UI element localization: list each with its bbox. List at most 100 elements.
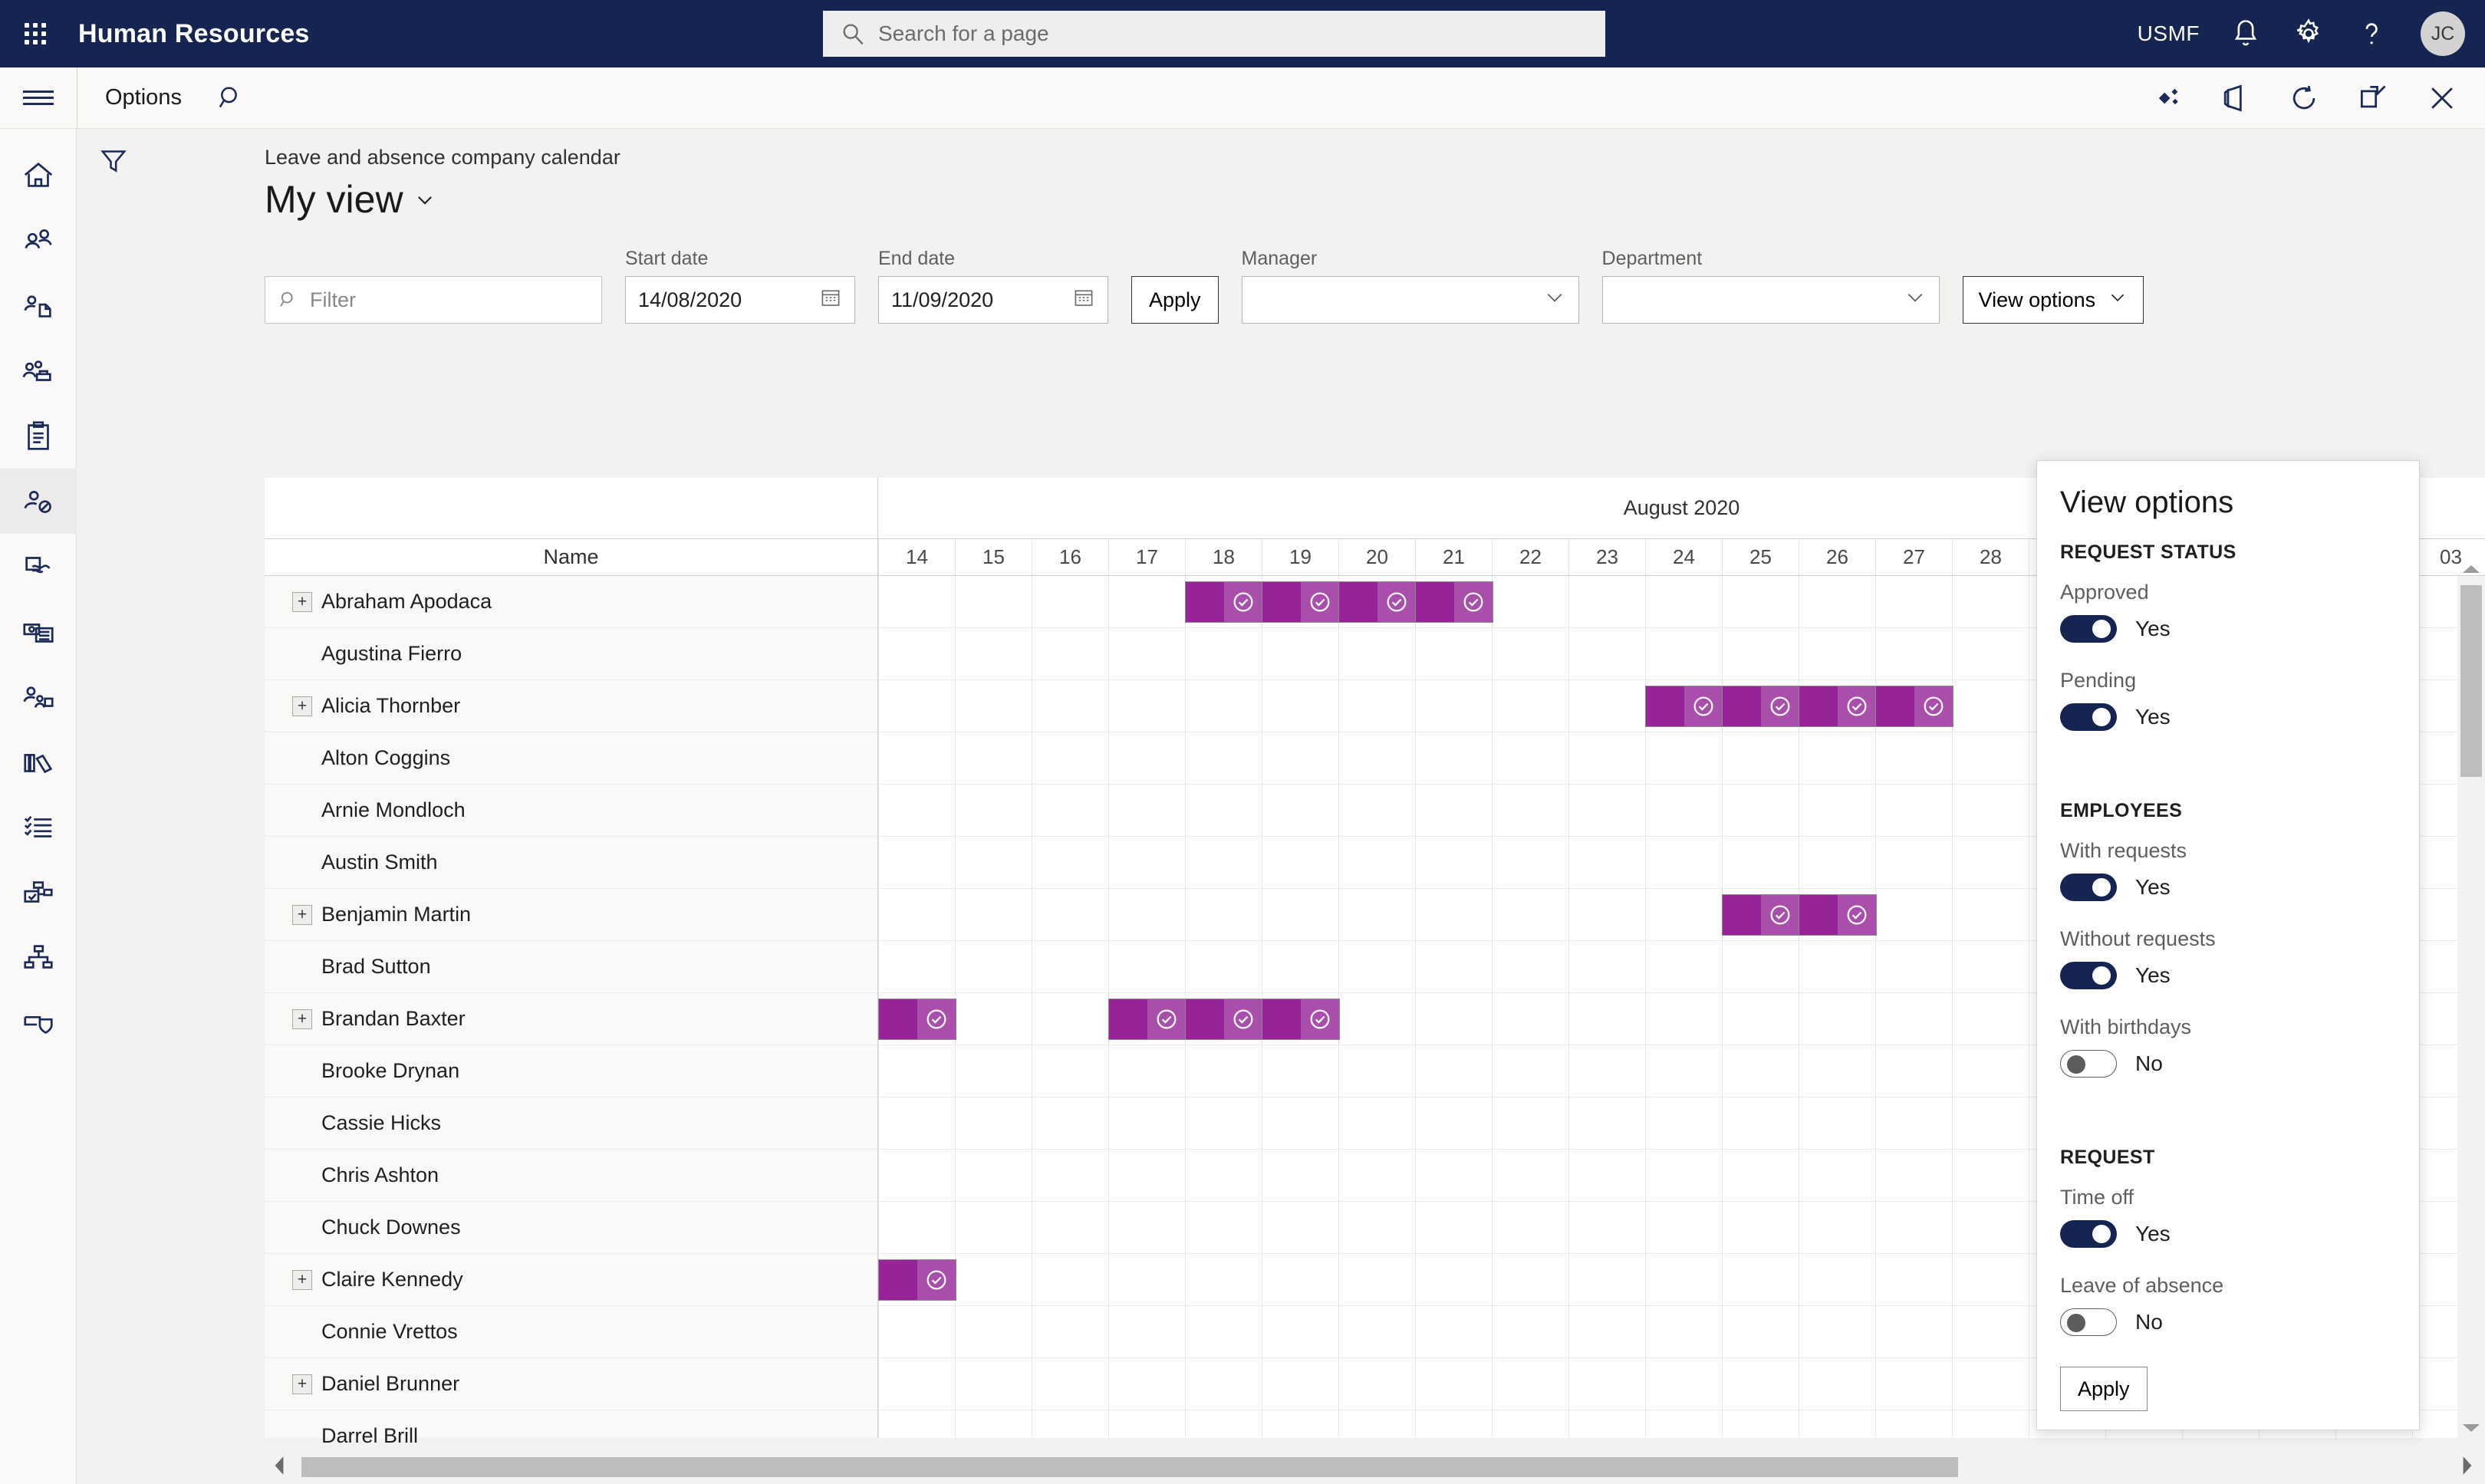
calendar-cell[interactable]	[955, 1045, 1032, 1097]
calendar-cell[interactable]	[1415, 837, 1492, 888]
calendar-cell[interactable]	[1185, 941, 1262, 992]
calendar-cell[interactable]	[1185, 628, 1262, 679]
calendar-cell[interactable]	[1108, 889, 1185, 940]
calendar-cell[interactable]	[1185, 1150, 1262, 1201]
calendar-cell[interactable]	[1645, 628, 1722, 679]
calendar-cell[interactable]	[1338, 889, 1415, 940]
chevron-down-icon[interactable]	[1904, 286, 1927, 314]
scroll-left-arrow[interactable]	[272, 1456, 286, 1479]
calendar-cell[interactable]	[1799, 837, 1875, 888]
calendar-cell[interactable]	[1108, 785, 1185, 836]
office-icon[interactable]	[2218, 81, 2252, 115]
calendar-cell[interactable]	[955, 628, 1032, 679]
calendar-cell[interactable]	[1108, 1202, 1185, 1253]
calendar-cell[interactable]	[1952, 993, 2029, 1045]
vertical-scrollbar[interactable]	[2457, 565, 2485, 1438]
calendar-cell[interactable]	[1799, 1254, 1875, 1305]
calendar-cell[interactable]	[955, 1306, 1032, 1357]
calendar-cell[interactable]	[1338, 1410, 1415, 1438]
calendar-cell[interactable]	[1722, 941, 1799, 992]
calendar-cell[interactable]	[1568, 1202, 1645, 1253]
calendar-cell[interactable]	[1952, 889, 2029, 940]
toggle-without-requests[interactable]	[2060, 962, 2117, 989]
calendar-cell[interactable]	[955, 732, 1032, 784]
calendar-cell[interactable]	[1492, 837, 1568, 888]
sidebar-item-person-document[interactable]	[0, 273, 77, 338]
calendar-cell[interactable]	[1722, 837, 1799, 888]
calendar-cell[interactable]	[1875, 1358, 1952, 1410]
calendar-cell[interactable]	[1492, 1202, 1568, 1253]
calendar-cell[interactable]	[955, 889, 1032, 940]
scroll-down-arrow[interactable]	[2462, 1423, 2480, 1435]
calendar-cell[interactable]	[1875, 1097, 1952, 1149]
table-row[interactable]: + Daniel Brunner	[265, 1358, 877, 1410]
calendar-cell[interactable]	[1185, 1410, 1262, 1438]
search-icon[interactable]	[216, 83, 246, 114]
calendar-cell[interactable]	[1952, 1358, 2029, 1410]
calendar-cell[interactable]	[1262, 1358, 1338, 1410]
calendar-cell[interactable]	[1568, 837, 1645, 888]
calendar-cell[interactable]	[1032, 1202, 1108, 1253]
options-label[interactable]: Options	[105, 85, 182, 110]
calendar-cell[interactable]	[1952, 1045, 2029, 1097]
calendar-cell[interactable]	[878, 1202, 955, 1253]
calendar-cell[interactable]	[1645, 1045, 1722, 1097]
calendar-cell[interactable]	[1645, 837, 1722, 888]
calendar-cell[interactable]	[1952, 1254, 2029, 1305]
calendar-cell[interactable]	[1645, 785, 1722, 836]
calendar-cell[interactable]	[1262, 732, 1338, 784]
sidebar-item-clipboard[interactable]	[0, 403, 77, 469]
calendar-cell[interactable]	[1185, 732, 1262, 784]
calendar-icon[interactable]	[819, 286, 842, 314]
calendar-cell[interactable]	[1262, 1254, 1338, 1305]
calendar-cell[interactable]	[1722, 576, 1799, 627]
sidebar-item-compensation[interactable]	[0, 599, 77, 664]
calendar-cell[interactable]	[1032, 576, 1108, 627]
table-row[interactable]: Brad Sutton	[265, 941, 877, 993]
calendar-cell[interactable]	[1952, 785, 2029, 836]
calendar-cell[interactable]	[1799, 1306, 1875, 1357]
sidebar-item-workflow[interactable]	[0, 860, 77, 925]
calendar-cell[interactable]	[955, 576, 1032, 627]
calendar-cell[interactable]	[1108, 941, 1185, 992]
calendar-cell[interactable]	[1952, 576, 2029, 627]
calendar-cell[interactable]	[1032, 1045, 1108, 1097]
sidebar-item-learning[interactable]	[0, 729, 77, 795]
calendar-cell[interactable]	[1492, 1358, 1568, 1410]
calendar-cell[interactable]	[1032, 941, 1108, 992]
calendar-cell[interactable]	[1722, 1150, 1799, 1201]
calendar-cell[interactable]	[1568, 1410, 1645, 1438]
expand-row-icon[interactable]: +	[292, 696, 312, 716]
calendar-cell[interactable]	[955, 1202, 1032, 1253]
bell-icon[interactable]	[2229, 17, 2263, 51]
calendar-cell[interactable]	[1108, 628, 1185, 679]
calendar-cell[interactable]	[1722, 1045, 1799, 1097]
table-row[interactable]: Agustina Fierro	[265, 628, 877, 680]
calendar-cell[interactable]	[1952, 1410, 2029, 1438]
calendar-cell[interactable]	[1645, 1410, 1722, 1438]
scroll-up-arrow[interactable]	[2462, 564, 2480, 576]
calendar-cell[interactable]	[1799, 628, 1875, 679]
calendar-cell[interactable]	[1645, 732, 1722, 784]
chevron-down-icon[interactable]	[1543, 286, 1566, 314]
calendar-cell[interactable]	[1415, 1045, 1492, 1097]
calendar-cell[interactable]	[1568, 785, 1645, 836]
sidebar-item-team[interactable]	[0, 338, 77, 403]
calendar-cell[interactable]	[1032, 1254, 1108, 1305]
avatar[interactable]: JC	[2421, 12, 2465, 56]
calendar-cell[interactable]	[1875, 889, 1952, 940]
calendar-cell[interactable]	[1875, 1202, 1952, 1253]
calendar-cell[interactable]	[1415, 941, 1492, 992]
table-row[interactable]: Cassie Hicks	[265, 1097, 877, 1150]
calendar-cell[interactable]	[1032, 680, 1108, 732]
calendar-cell[interactable]	[1875, 1045, 1952, 1097]
calendar-cell[interactable]	[1875, 1254, 1952, 1305]
apply-button[interactable]: Apply	[1131, 276, 1219, 324]
calendar-cell[interactable]	[1262, 889, 1338, 940]
calendar-cell[interactable]	[1645, 576, 1722, 627]
calendar-cell[interactable]	[1185, 1306, 1262, 1357]
calendar-cell[interactable]	[1415, 993, 1492, 1045]
calendar-cell[interactable]	[1492, 1045, 1568, 1097]
calendar-cell[interactable]	[1108, 1254, 1185, 1305]
calendar-cell[interactable]	[1645, 941, 1722, 992]
